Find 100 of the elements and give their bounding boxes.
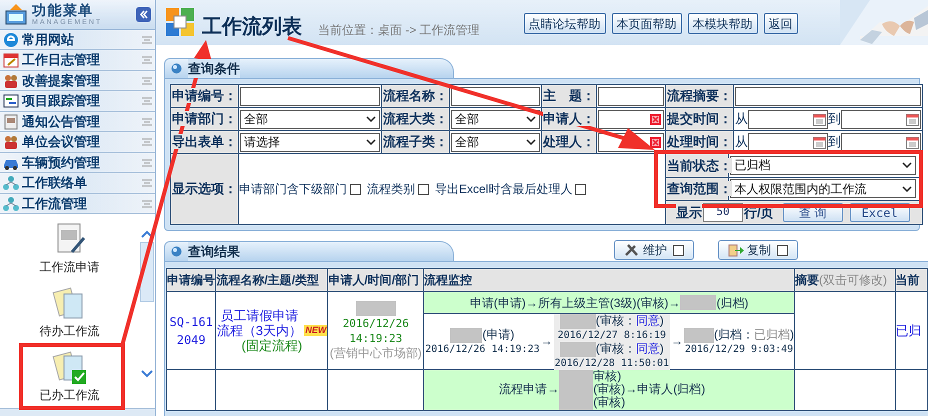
request-time: 2016/12/26 14:19:23 <box>342 316 410 346</box>
redaction-bar <box>450 328 482 342</box>
step-time: 2016/12/28 11:50:01 <box>554 356 669 370</box>
review-step: 审核) <box>593 370 626 383</box>
step-action: (归档： <box>714 327 754 342</box>
date-field[interactable] <box>748 132 828 152</box>
chevron-down-icon <box>366 139 376 145</box>
column-header: 流程名称/主题/类型 <box>216 268 328 292</box>
chevron-down-icon <box>366 116 376 122</box>
sidebar-menu-item[interactable]: 工作日志管理 <box>0 50 155 71</box>
breadcrumb: 当前位置：桌面 -> 工作流管理 <box>318 22 480 38</box>
ball-icon <box>171 246 182 257</box>
select-field[interactable]: 本人权限范围内的工作流 <box>730 179 916 198</box>
list-icon <box>142 118 152 126</box>
step-time: 2016/12/29 9:03:49 <box>684 342 794 356</box>
select-field[interactable]: 全部 <box>240 110 380 128</box>
range-label: 从 <box>735 110 748 128</box>
workflow-shortcut[interactable]: 已办工作流 <box>18 346 122 408</box>
workflow-name-link[interactable]: 员工请假申请流程（3天内） <box>216 308 302 338</box>
help-button[interactable]: 返回 <box>764 13 798 34</box>
step-action: (审核： <box>596 341 636 356</box>
tool-button[interactable]: 维护 <box>614 240 694 260</box>
sidebar-menu-item[interactable]: 工作流管理 <box>0 194 155 214</box>
sidebar-menu-item[interactable]: 改善提案管理 <box>0 70 155 92</box>
status-link[interactable]: 已归 <box>896 322 922 338</box>
scroll-up-icon <box>141 230 153 238</box>
ball-icon <box>171 63 182 74</box>
redaction-bar <box>356 300 396 316</box>
checkbox[interactable] <box>673 244 684 256</box>
workflow-shortcut[interactable]: 工作流申请 <box>18 218 122 280</box>
flow-summary: 流程申请→ <box>499 383 560 396</box>
input-field[interactable] <box>240 86 380 106</box>
calendar-icon <box>906 112 919 126</box>
sidebar-menu-item[interactable]: 通知公告管理 <box>0 112 155 132</box>
sidebar-menu-item[interactable]: 常用网站 <box>0 30 155 50</box>
input-field[interactable] <box>735 86 921 106</box>
sidebar-menu-item[interactable]: 工作联络单 <box>0 173 155 194</box>
help-button[interactable]: 本页面帮助 <box>612 13 682 34</box>
document-icon <box>3 114 19 130</box>
chart-icon <box>3 93 19 110</box>
help-button[interactable]: 本模块帮助 <box>688 13 758 34</box>
flow-summary: →申请人(归档) <box>625 383 706 396</box>
field-label: 当前状态： <box>667 158 732 172</box>
step-result: 同意 <box>636 341 660 356</box>
help-button[interactable]: 点睛论坛帮助 <box>524 13 606 34</box>
column-header: 当前 <box>895 268 928 292</box>
calendar-icon <box>813 112 826 126</box>
step-time: 2016/12/27 8:16:19 <box>558 328 666 342</box>
panel-title: 查询条件 <box>188 58 240 78</box>
page-title: 工作流列表 <box>202 14 302 40</box>
step-action: (申请) <box>482 327 514 342</box>
step-result: 同意 <box>636 313 660 328</box>
sidebar-menu-item[interactable]: 单位会议管理 <box>0 132 155 153</box>
option-label: 申请部门含下级部门 <box>239 181 347 198</box>
sidebar-menu-item[interactable]: 项目跟踪管理 <box>0 91 155 112</box>
select-field[interactable]: 全部 <box>451 132 540 152</box>
flow-summary: 申请(申请)→所有上级主管(3级)(审核)→ <box>470 294 680 312</box>
flow-arrow: → <box>671 335 683 348</box>
input-field[interactable] <box>598 86 664 106</box>
checkbox[interactable] <box>575 184 586 194</box>
chevron-down-icon <box>526 139 536 145</box>
option-label: 流程类别 <box>367 181 415 198</box>
review-step: (审核) <box>593 396 626 409</box>
flow-summary: (归档) <box>716 294 748 312</box>
calendar-icon <box>906 136 919 148</box>
list-icon <box>142 56 152 64</box>
clear-icon <box>650 114 661 124</box>
collapse-icon <box>136 6 151 22</box>
select-field[interactable]: 全部 <box>451 110 540 128</box>
panel-title: 查询结果 <box>188 242 240 262</box>
chevron-down-icon <box>902 162 912 168</box>
workflow-shortcut[interactable]: 待办工作流 <box>18 282 122 344</box>
web-icon <box>3 32 19 48</box>
list-icon <box>142 179 152 188</box>
field-label: 查询范围： <box>667 180 732 196</box>
date-field[interactable] <box>841 132 921 152</box>
step-action: ) <box>660 313 664 328</box>
checkbox[interactable] <box>350 184 361 194</box>
checkbox[interactable] <box>418 184 429 194</box>
sidebar-title: 功能菜单 <box>32 2 95 17</box>
new-badge: NEW <box>304 325 328 336</box>
column-header: 摘要(双击可修改) <box>794 268 896 292</box>
step-action: ) <box>790 327 794 342</box>
checkbox[interactable] <box>777 244 788 256</box>
input-field[interactable] <box>598 110 664 128</box>
list-icon <box>142 138 152 146</box>
redaction-bar <box>680 295 716 310</box>
select-field[interactable]: 请选择 <box>240 132 380 152</box>
sidebar-menu-item[interactable]: 车辆预约管理 <box>0 152 155 174</box>
clear-icon <box>650 136 661 148</box>
tool-button[interactable]: 复制 <box>718 240 798 260</box>
step-action: (审核： <box>596 313 636 328</box>
chevron-down-icon <box>902 186 912 192</box>
date-field[interactable] <box>841 110 921 128</box>
menu-icon <box>4 3 28 26</box>
list-icon <box>142 76 152 85</box>
network-icon <box>3 175 19 192</box>
column-header: 申请人/时间/部门 <box>328 268 424 292</box>
date-field[interactable] <box>748 110 828 128</box>
select-field[interactable]: 已归档 <box>730 156 916 175</box>
